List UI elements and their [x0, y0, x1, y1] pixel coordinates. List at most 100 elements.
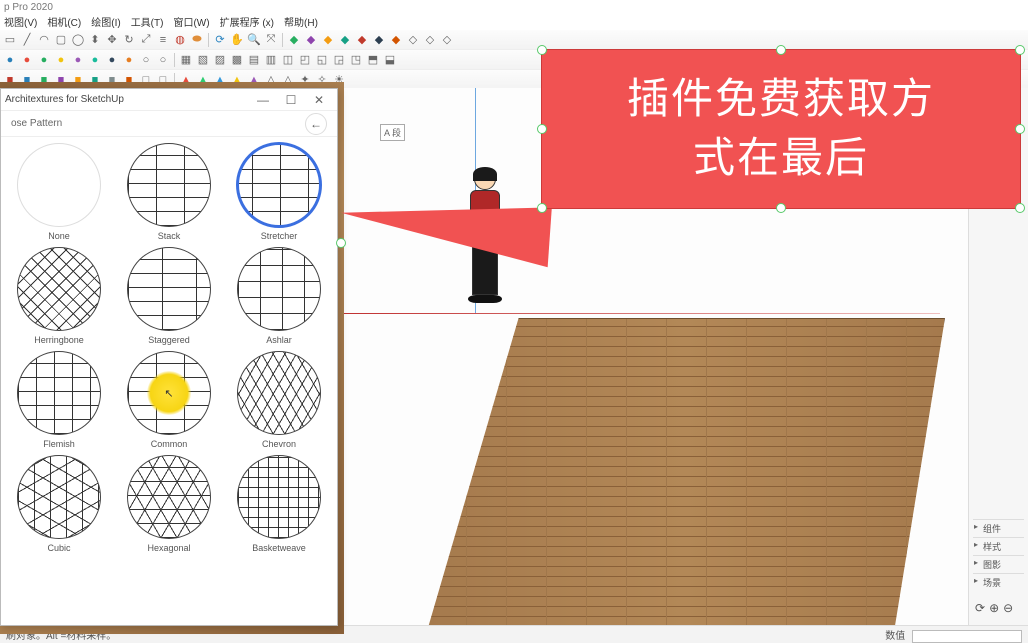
callout-handle-tm[interactable]	[776, 45, 786, 55]
callout-handle-bl[interactable]	[537, 203, 547, 213]
cursor-icon: ↖	[164, 387, 173, 400]
tool-r2-u-icon[interactable]: ◳	[348, 52, 364, 68]
tool-rect-icon[interactable]: ▢	[53, 32, 69, 48]
menu-view[interactable]: 视图(V)	[4, 14, 37, 30]
tool-r2-d-icon[interactable]: ●	[53, 52, 69, 68]
tray-panel-components[interactable]: 组件	[973, 519, 1024, 537]
tool-plugin-i-icon[interactable]: ◇	[422, 32, 438, 48]
figure-head	[474, 168, 496, 190]
tray-panel-shadows[interactable]: 图影	[973, 555, 1024, 573]
tray-add-icon[interactable]: ⊕	[989, 601, 999, 615]
menu-tools[interactable]: 工具(T)	[131, 14, 164, 30]
callout-tail-handle[interactable]	[336, 238, 346, 248]
pattern-flemish[interactable]: Flemish	[7, 351, 111, 449]
tray-panel-styles[interactable]: 样式	[973, 537, 1024, 555]
pattern-cubic-label: Cubic	[47, 543, 70, 553]
tool-r2-h-icon[interactable]: ●	[121, 52, 137, 68]
pattern-hexagonal-label: Hexagonal	[147, 543, 190, 553]
tool-r2-i-icon[interactable]: ○	[138, 52, 154, 68]
tray-panel-scenes[interactable]: 场景	[973, 573, 1024, 591]
tool-select-icon[interactable]: ▭	[2, 32, 18, 48]
tool-circle-icon[interactable]: ◯	[70, 32, 86, 48]
pattern-hexagonal[interactable]: Hexagonal	[117, 455, 221, 553]
callout-handle-ml[interactable]	[537, 124, 547, 134]
tool-r2-n-icon[interactable]: ▩	[229, 52, 245, 68]
pattern-hexagonal-thumb	[127, 455, 211, 539]
tool-r2-r-icon[interactable]: ◰	[297, 52, 313, 68]
tool-plugin-b-icon[interactable]: ◆	[303, 32, 319, 48]
tool-plugin-j-icon[interactable]: ◇	[439, 32, 455, 48]
pattern-stack[interactable]: Stack	[117, 143, 221, 241]
pattern-herringbone[interactable]: Herringbone	[7, 247, 111, 345]
pattern-staggered[interactable]: Staggered	[117, 247, 221, 345]
menu-ext[interactable]: 扩展程序 (x)	[220, 14, 274, 30]
tool-tape-icon[interactable]: ≡	[155, 32, 171, 48]
tool-plugin-d-icon[interactable]: ◆	[337, 32, 353, 48]
pattern-common[interactable]: ↖ Common	[117, 351, 221, 449]
tool-plugin-c-icon[interactable]: ◆	[320, 32, 336, 48]
dialog-maximize-button[interactable]: ☐	[277, 93, 305, 107]
callout-handle-mr[interactable]	[1015, 124, 1025, 134]
tool-scale-icon[interactable]: ⤢	[138, 32, 154, 48]
dialog-titlebar[interactable]: Architextures for SketchUp — ☐ ✕	[1, 89, 337, 111]
tool-line-icon[interactable]: ╱	[19, 32, 35, 48]
tool-r2-k-icon[interactable]: ▦	[178, 52, 194, 68]
menu-camera[interactable]: 相机(C)	[47, 14, 81, 30]
tool-r2-l-icon[interactable]: ▧	[195, 52, 211, 68]
tool-r2-a-icon[interactable]: ●	[2, 52, 18, 68]
menu-draw[interactable]: 绘图(I)	[91, 14, 120, 30]
callout-handle-bm[interactable]	[776, 203, 786, 213]
tool-r2-q-icon[interactable]: ◫	[280, 52, 296, 68]
pattern-none[interactable]: None	[7, 143, 111, 241]
pattern-basketweave[interactable]: Basketweave	[227, 455, 331, 553]
tool-r2-e-icon[interactable]: ●	[70, 52, 86, 68]
measurements-input[interactable]	[912, 630, 1022, 643]
pattern-ashlar[interactable]: Ashlar	[227, 247, 331, 345]
wood-floor-surface[interactable]	[425, 318, 945, 625]
pattern-chevron[interactable]: Chevron	[227, 351, 331, 449]
tool-r2-f-icon[interactable]: ●	[87, 52, 103, 68]
callout-handle-br[interactable]	[1015, 203, 1025, 213]
tool-pan-icon[interactable]: ✋	[229, 32, 245, 48]
tool-plugin-a-icon[interactable]: ◆	[286, 32, 302, 48]
tool-plugin-h-icon[interactable]: ◇	[405, 32, 421, 48]
menu-window[interactable]: 窗口(W)	[173, 14, 209, 30]
pattern-stretcher[interactable]: Stretcher	[227, 143, 331, 241]
tool-r2-j-icon[interactable]: ○	[155, 52, 171, 68]
callout-banner[interactable]: 插件免费获取方 式在最后	[541, 49, 1021, 209]
tool-r2-c-icon[interactable]: ●	[36, 52, 52, 68]
callout-handle-tr[interactable]	[1015, 45, 1025, 55]
dialog-back-button[interactable]: ←	[305, 113, 327, 135]
tray-refresh-icon[interactable]: ⟳	[975, 601, 985, 615]
tool-r2-p-icon[interactable]: ▥	[263, 52, 279, 68]
tool-paint-icon[interactable]: ◍	[172, 32, 188, 48]
tool-plugin-f-icon[interactable]: ◆	[371, 32, 387, 48]
tool-plugin-e-icon[interactable]: ◆	[354, 32, 370, 48]
tool-move-icon[interactable]: ✥	[104, 32, 120, 48]
tool-r2-t-icon[interactable]: ◲	[331, 52, 347, 68]
tray-remove-icon[interactable]: ⊖	[1003, 601, 1013, 615]
callout-handle-tl[interactable]	[537, 45, 547, 55]
tool-r2-s-icon[interactable]: ◱	[314, 52, 330, 68]
pattern-stack-label: Stack	[158, 231, 181, 241]
tool-rotate-icon[interactable]: ↻	[121, 32, 137, 48]
tool-orbit-icon[interactable]: ⟳	[212, 32, 228, 48]
tool-r2-b-icon[interactable]: ●	[19, 52, 35, 68]
tool-r2-v-icon[interactable]: ⬒	[365, 52, 381, 68]
tool-r2-w-icon[interactable]: ⬓	[382, 52, 398, 68]
tool-arc-icon[interactable]: ◠	[36, 32, 52, 48]
tool-zoomext-icon[interactable]: ⤧	[263, 32, 279, 48]
tool-zoom-icon[interactable]: 🔍	[246, 32, 262, 48]
dialog-minimize-button[interactable]: —	[249, 93, 277, 107]
pattern-cubic[interactable]: Cubic	[7, 455, 111, 553]
tool-r2-m-icon[interactable]: ▨	[212, 52, 228, 68]
tool-r2-o-icon[interactable]: ▤	[246, 52, 262, 68]
pattern-stretcher-label: Stretcher	[261, 231, 298, 241]
tool-eraser-icon[interactable]: ⬬	[189, 32, 205, 48]
tool-pushpull-icon[interactable]: ⬍	[87, 32, 103, 48]
tool-plugin-g-icon[interactable]: ◆	[388, 32, 404, 48]
dialog-close-button[interactable]: ✕	[305, 93, 333, 107]
toolbar-divider	[174, 53, 175, 67]
tool-r2-g-icon[interactable]: ●	[104, 52, 120, 68]
menu-help[interactable]: 帮助(H)	[284, 14, 318, 30]
